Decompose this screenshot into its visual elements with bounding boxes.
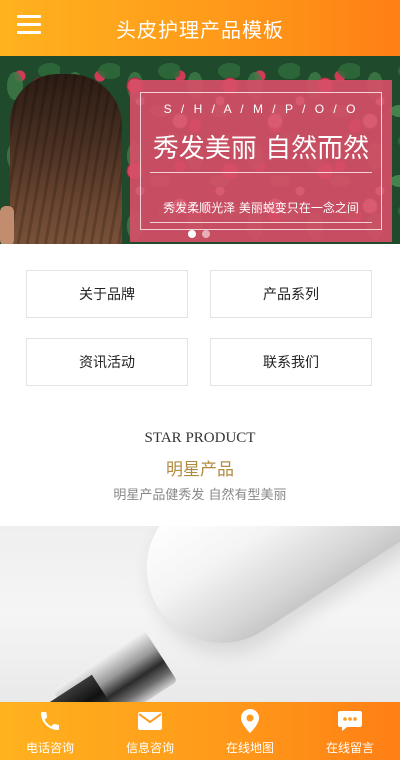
bottom-bar-label: 在线留言	[325, 741, 374, 755]
chat-icon	[337, 708, 363, 734]
bottom-bar-label: 电话咨询	[25, 741, 74, 755]
bottom-bar-label: 信息咨询	[125, 741, 174, 755]
banner-model-hair	[10, 74, 122, 244]
bottom-bar-phone[interactable]: 电话咨询	[0, 702, 100, 760]
product-tube	[118, 526, 400, 672]
nav-about-brand-button[interactable]: 关于品牌	[26, 270, 188, 318]
carousel-dot-1[interactable]	[188, 230, 196, 238]
nav-contact-us-button[interactable]: 联系我们	[210, 338, 372, 386]
nav-news-events-button[interactable]: 资讯活动	[26, 338, 188, 386]
phone-icon	[37, 708, 63, 734]
promo-box: S / H / A / M / P / O / O 秀发美丽 自然而然 秀发柔顺…	[130, 80, 392, 242]
banner-carousel[interactable]: S / H / A / M / P / O / O 秀发美丽 自然而然 秀发柔顺…	[0, 56, 400, 244]
section-description: 明星产品健秀发 自然有型美丽	[113, 488, 287, 503]
section-title-en: STAR PRODUCT	[144, 430, 256, 446]
carousel-dots	[188, 230, 210, 238]
bottom-bar-map[interactable]: 在线地图	[200, 702, 300, 760]
bottom-bar-chat[interactable]: 在线留言	[300, 702, 400, 760]
bottom-bar-message[interactable]: 信息咨询	[100, 702, 200, 760]
nav-product-series-button[interactable]: 产品系列	[210, 270, 372, 318]
bottom-bar: 电话咨询 信息咨询 在线地图 在线留言	[0, 702, 400, 760]
section-title-cn: 明星产品	[166, 460, 234, 480]
carousel-dot-2[interactable]	[202, 230, 210, 238]
banner-model-shoulder	[0, 206, 14, 244]
promo-headline: 秀发美丽 自然而然	[152, 134, 370, 164]
promo-letters: S / H / A / M / P / O / O	[163, 102, 359, 116]
product-image[interactable]	[0, 526, 400, 702]
promo-divider	[150, 172, 372, 173]
menu-icon[interactable]	[17, 15, 41, 35]
map-pin-icon	[237, 708, 263, 734]
page-title: 头皮护理产品模板	[116, 17, 284, 42]
promo-divider-bottom	[150, 222, 372, 223]
top-header: 头皮护理产品模板	[0, 0, 400, 56]
promo-subline: 秀发柔顺光泽 美丽蜕变只在一念之间	[163, 201, 359, 215]
bottom-bar-label: 在线地图	[225, 741, 274, 755]
mail-icon	[137, 708, 163, 734]
